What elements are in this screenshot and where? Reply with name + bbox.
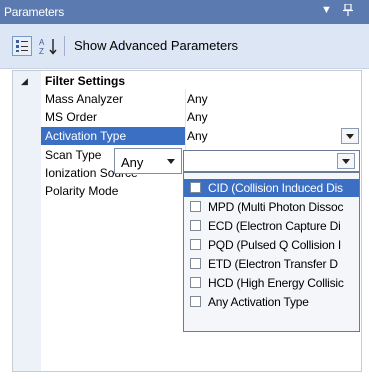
categorized-view-button[interactable] <box>12 36 32 56</box>
checkbox[interactable] <box>190 182 201 193</box>
property-value[interactable]: Any <box>187 110 208 124</box>
panel-title: Parameters <box>4 5 65 19</box>
title-bar: Parameters ▼ <box>0 0 369 24</box>
option-label: PQD (Pulsed Q Collision I <box>208 238 342 252</box>
activation-type-dropdown-list: CID (Collision Induced Dis MPD (Multi Ph… <box>183 172 360 332</box>
option-label: Any Activation Type <box>208 295 309 309</box>
categorized-icon <box>16 40 28 52</box>
option-label: CID (Collision Induced Dis <box>208 181 343 195</box>
property-row-activation-type[interactable]: Activation Type Any <box>41 127 361 145</box>
grid-gutter <box>13 71 41 371</box>
checkbox[interactable] <box>190 277 201 288</box>
svg-text:Z: Z <box>39 47 44 56</box>
activation-option-cid[interactable]: CID (Collision Induced Dis <box>184 179 359 197</box>
activation-type-dropdown-button[interactable] <box>341 128 359 144</box>
activation-type-combo[interactable] <box>183 150 360 172</box>
chevron-down-icon <box>167 159 175 164</box>
property-row-mass-analyzer[interactable]: Mass Analyzer Any <box>41 90 361 108</box>
category-filter-settings[interactable]: ◢ Filter Settings <box>21 72 361 90</box>
option-label: MPD (Multi Photon Dissoc <box>208 200 344 214</box>
checkbox[interactable] <box>190 201 201 212</box>
activation-option-hcd[interactable]: HCD (High Energy Collisic <box>184 274 359 292</box>
svg-text:A: A <box>39 38 45 47</box>
parameters-panel: Parameters ▼ A Z Show Advanced Parameter… <box>0 0 369 379</box>
scan-type-combo[interactable]: Any <box>114 148 182 174</box>
activation-option-etd[interactable]: ETD (Electron Transfer D <box>184 255 359 273</box>
sort-alphabetical-icon: A Z <box>39 38 57 56</box>
property-name: Mass Analyzer <box>45 92 124 106</box>
chevron-down-icon <box>346 134 354 139</box>
activation-type-combo-button[interactable] <box>337 153 355 169</box>
pin-icon[interactable] <box>343 3 353 19</box>
activation-option-ecd[interactable]: ECD (Electron Capture Di <box>184 217 359 235</box>
property-name: Activation Type <box>45 129 127 143</box>
property-name: MS Order <box>45 110 98 124</box>
checkbox[interactable] <box>190 220 201 231</box>
panel-menu-dropdown-icon[interactable]: ▼ <box>321 4 332 16</box>
activation-option-pqd[interactable]: PQD (Pulsed Q Collision I <box>184 236 359 254</box>
checkbox[interactable] <box>190 239 201 250</box>
chevron-down-icon <box>342 159 350 164</box>
show-advanced-parameters-button[interactable]: Show Advanced Parameters <box>74 38 238 53</box>
scan-type-combo-value: Any <box>121 155 144 170</box>
property-name: Scan Type <box>45 148 102 162</box>
alphabetical-view-button[interactable]: A Z <box>38 36 60 56</box>
activation-option-any[interactable]: Any Activation Type <box>184 293 359 311</box>
toolbar: A Z Show Advanced Parameters <box>0 24 369 69</box>
checkbox[interactable] <box>190 258 201 269</box>
property-value[interactable]: Any <box>187 92 208 106</box>
property-value[interactable]: Any <box>187 129 208 143</box>
activation-option-mpd[interactable]: MPD (Multi Photon Dissoc <box>184 198 359 216</box>
toolbar-separator <box>64 36 65 56</box>
option-label: HCD (High Energy Collisic <box>208 276 344 290</box>
option-label: ETD (Electron Transfer D <box>208 257 338 271</box>
property-row-ms-order[interactable]: MS Order Any <box>41 108 361 126</box>
property-name: Polarity Mode <box>45 184 119 198</box>
checkbox[interactable] <box>190 296 201 307</box>
collapse-icon[interactable]: ◢ <box>21 76 28 87</box>
option-label: ECD (Electron Capture Di <box>208 219 341 233</box>
category-label: Filter Settings <box>45 74 126 88</box>
